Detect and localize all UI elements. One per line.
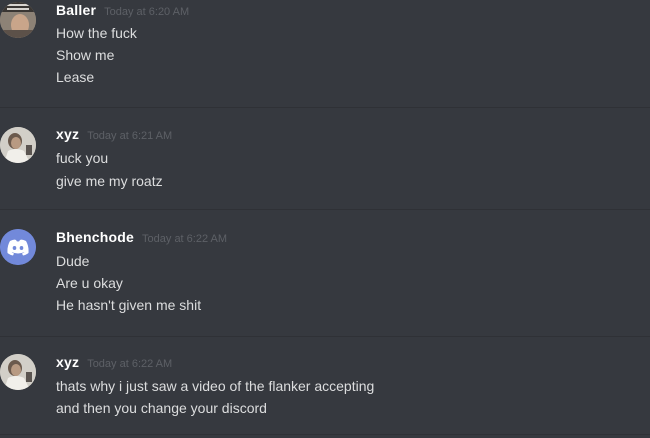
username[interactable]: Bhenchode: [56, 229, 134, 245]
message-text: Lease: [56, 69, 95, 85]
timestamp: Today at 6:20 AM: [104, 6, 190, 18]
message-text: How the fuck: [56, 25, 137, 41]
message-text: thats why i just saw a video of the flan…: [56, 378, 375, 394]
message-text: Dude: [56, 253, 90, 269]
message-text: Show me: [56, 47, 115, 63]
message-text: He hasn't given me shit: [56, 297, 202, 313]
message-header: xyz Today at 6:21 AM: [56, 126, 172, 142]
message-header: Baller Today at 6:20 AM: [56, 2, 189, 18]
message-header: Bhenchode Today at 6:22 AM: [56, 229, 227, 245]
message-text: and then you change your discord: [56, 400, 267, 416]
message-divider: [0, 336, 650, 337]
message-header: xyz Today at 6:22 AM: [56, 354, 172, 370]
meme-photo-avatar[interactable]: [0, 2, 36, 38]
person-photo-avatar[interactable]: [0, 127, 36, 163]
message-text: fuck you: [56, 150, 109, 166]
username[interactable]: xyz: [56, 354, 79, 370]
message-divider: [0, 107, 650, 108]
timestamp: Today at 6:21 AM: [87, 130, 173, 142]
message-divider: [0, 209, 650, 210]
message-text: Are u okay: [56, 275, 123, 291]
username[interactable]: xyz: [56, 126, 79, 142]
username[interactable]: Baller: [56, 2, 96, 18]
timestamp: Today at 6:22 AM: [142, 233, 228, 245]
chat-message-list: Baller Today at 6:20 AM How the fuck Sho…: [0, 0, 650, 438]
person-photo-avatar[interactable]: [0, 354, 36, 390]
timestamp: Today at 6:22 AM: [87, 358, 173, 370]
message-divider: [0, 434, 650, 435]
discord-logo-icon[interactable]: [0, 229, 36, 265]
message-text: give me my roatz: [56, 173, 163, 189]
